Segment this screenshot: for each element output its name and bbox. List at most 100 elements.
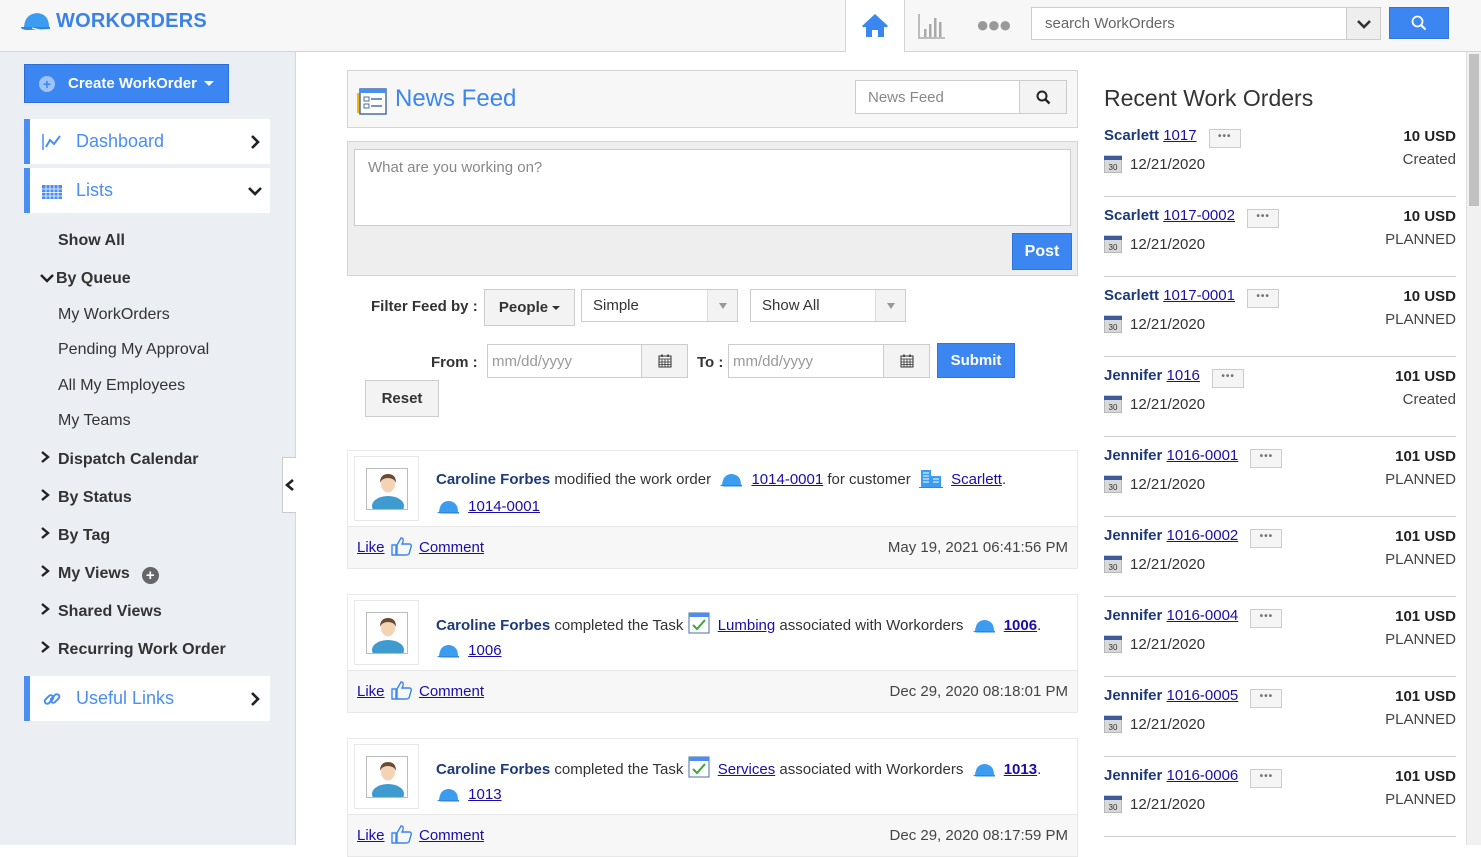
- reports-button[interactable]: [917, 12, 949, 40]
- wo-more-button[interactable]: •••: [1250, 609, 1283, 628]
- thumbs-up-icon[interactable]: [391, 536, 413, 556]
- avatar[interactable]: [354, 456, 419, 521]
- customer-link[interactable]: Scarlett: [951, 471, 1002, 488]
- hard-hat-icon: [437, 789, 459, 802]
- sidebar-by-tag[interactable]: By Tag: [40, 526, 110, 545]
- thumbs-up-icon[interactable]: [391, 824, 413, 844]
- workorder-link[interactable]: 1014-0001: [468, 498, 540, 515]
- sidebar-item-useful-links[interactable]: Useful Links: [24, 676, 270, 721]
- wo-customer[interactable]: Jennifer: [1104, 687, 1162, 704]
- wo-more-button[interactable]: •••: [1208, 129, 1241, 148]
- sidebar-by-status[interactable]: By Status: [40, 488, 132, 507]
- to-date-picker-button[interactable]: [883, 345, 929, 377]
- thumbs-up-icon[interactable]: [391, 680, 413, 700]
- submit-filter-button[interactable]: Submit: [937, 343, 1015, 378]
- wo-more-button[interactable]: •••: [1247, 289, 1280, 308]
- feed-item: Caroline Forbes completed the Task Lumbi…: [347, 594, 1078, 713]
- wo-customer[interactable]: Jennifer: [1104, 607, 1162, 624]
- sidebar-pending-approval[interactable]: Pending My Approval: [58, 341, 209, 359]
- workorder-link[interactable]: 1013: [1004, 761, 1037, 778]
- add-view-icon[interactable]: +: [141, 567, 159, 584]
- people-filter-button[interactable]: People: [484, 289, 575, 326]
- page-scrollbar[interactable]: [1466, 52, 1481, 845]
- from-date-input[interactable]: [488, 345, 642, 377]
- search-button[interactable]: [1389, 7, 1449, 39]
- like-link[interactable]: Like: [357, 683, 385, 700]
- news-feed-search-input[interactable]: [856, 81, 1020, 113]
- comment-link[interactable]: Comment: [419, 683, 484, 700]
- scrollbar-thumb[interactable]: [1469, 54, 1479, 206]
- sidebar-item-dashboard[interactable]: Dashboard: [24, 119, 270, 164]
- post-textarea[interactable]: [354, 149, 1071, 226]
- sidebar-item-lists[interactable]: Lists: [24, 168, 270, 213]
- feed-scope-select[interactable]: Show All: [750, 289, 906, 322]
- avatar[interactable]: [354, 744, 419, 809]
- workorder-search-input[interactable]: [1032, 8, 1346, 39]
- wo-id-link[interactable]: 1017-0001: [1163, 287, 1235, 304]
- task-link[interactable]: Lumbing: [718, 617, 776, 634]
- wo-date: 12/21/2020: [1130, 235, 1206, 253]
- wo-title: Jennifer 1016-0002 •••: [1104, 527, 1283, 548]
- post-button[interactable]: Post: [1012, 233, 1072, 270]
- sidebar-my-teams[interactable]: My Teams: [58, 412, 131, 430]
- wo-more-button[interactable]: •••: [1250, 769, 1283, 788]
- reset-filter-button[interactable]: Reset: [365, 380, 439, 417]
- workorder-link[interactable]: 1013: [468, 786, 501, 803]
- task-link[interactable]: Services: [718, 761, 776, 778]
- feed-user-name[interactable]: Caroline Forbes: [436, 761, 550, 778]
- comment-link[interactable]: Comment: [419, 539, 484, 556]
- like-link[interactable]: Like: [357, 827, 385, 844]
- wo-more-button[interactable]: •••: [1250, 529, 1283, 548]
- sidebar-my-views[interactable]: My Views +: [40, 564, 159, 584]
- home-button[interactable]: [845, 0, 905, 52]
- avatar[interactable]: [354, 600, 419, 665]
- from-date-picker-button[interactable]: [641, 345, 687, 377]
- feed-type-select[interactable]: Simple: [581, 289, 738, 322]
- search-scope-dropdown[interactable]: [1346, 8, 1380, 39]
- wo-id-link[interactable]: 1017: [1163, 127, 1196, 144]
- workorder-link[interactable]: 1014-0001: [751, 471, 823, 488]
- feed-user-name[interactable]: Caroline Forbes: [436, 471, 550, 488]
- workorder-link[interactable]: 1006: [468, 642, 501, 659]
- collapse-sidebar-button[interactable]: [282, 457, 296, 513]
- wo-id-link[interactable]: 1016-0004: [1167, 607, 1239, 624]
- sidebar-all-employees[interactable]: All My Employees: [58, 377, 185, 395]
- wo-more-button[interactable]: •••: [1250, 449, 1283, 468]
- wo-customer[interactable]: Jennifer: [1104, 527, 1162, 544]
- wo-more-button[interactable]: •••: [1212, 369, 1245, 388]
- create-workorder-button[interactable]: + Create WorkOrder: [24, 64, 229, 103]
- feed-scope-value: Show All: [762, 297, 820, 314]
- app-logo[interactable]: WORKORDERS: [20, 9, 207, 33]
- wo-customer[interactable]: Scarlett: [1104, 127, 1159, 144]
- sidebar-by-queue[interactable]: By Queue: [40, 270, 131, 288]
- wo-id-link[interactable]: 1016: [1167, 367, 1200, 384]
- sidebar-recurring-work-order[interactable]: Recurring Work Order: [40, 640, 226, 659]
- sidebar-shared-views[interactable]: Shared Views: [40, 602, 162, 621]
- sidebar-dispatch-calendar[interactable]: Dispatch Calendar: [40, 450, 198, 469]
- wo-customer[interactable]: Scarlett: [1104, 287, 1159, 304]
- sidebar-show-all[interactable]: Show All: [58, 232, 125, 250]
- wo-customer[interactable]: Jennifer: [1104, 447, 1162, 464]
- wo-id-link[interactable]: 1016-0001: [1167, 447, 1239, 464]
- feed-item-footer: Like Comment Dec 29, 2020 08:18:01 PM: [348, 670, 1077, 712]
- sidebar-my-workorders[interactable]: My WorkOrders: [58, 306, 170, 324]
- recent-work-order-row: Jennifer 1016-0004 ••• 30 12/21/2020 101…: [1104, 597, 1456, 677]
- wo-more-button[interactable]: •••: [1250, 689, 1283, 708]
- wo-customer[interactable]: Scarlett: [1104, 207, 1159, 224]
- search-icon: [1411, 15, 1427, 31]
- news-feed-search-button[interactable]: [1019, 81, 1066, 113]
- wo-id-link[interactable]: 1016-0005: [1167, 687, 1239, 704]
- comment-link[interactable]: Comment: [419, 827, 484, 844]
- like-link[interactable]: Like: [357, 539, 385, 556]
- wo-more-button[interactable]: •••: [1247, 209, 1280, 228]
- create-workorder-label: Create WorkOrder: [68, 75, 197, 92]
- wo-customer[interactable]: Jennifer: [1104, 767, 1162, 784]
- wo-id-link[interactable]: 1016-0006: [1167, 767, 1239, 784]
- feed-user-name[interactable]: Caroline Forbes: [436, 617, 550, 634]
- wo-customer[interactable]: Jennifer: [1104, 367, 1162, 384]
- workorder-link[interactable]: 1006: [1004, 617, 1037, 634]
- wo-id-link[interactable]: 1017-0002: [1163, 207, 1235, 224]
- to-date-input[interactable]: [729, 345, 883, 377]
- more-dots-icon[interactable]: ●●●: [976, 14, 1012, 36]
- wo-id-link[interactable]: 1016-0002: [1167, 527, 1239, 544]
